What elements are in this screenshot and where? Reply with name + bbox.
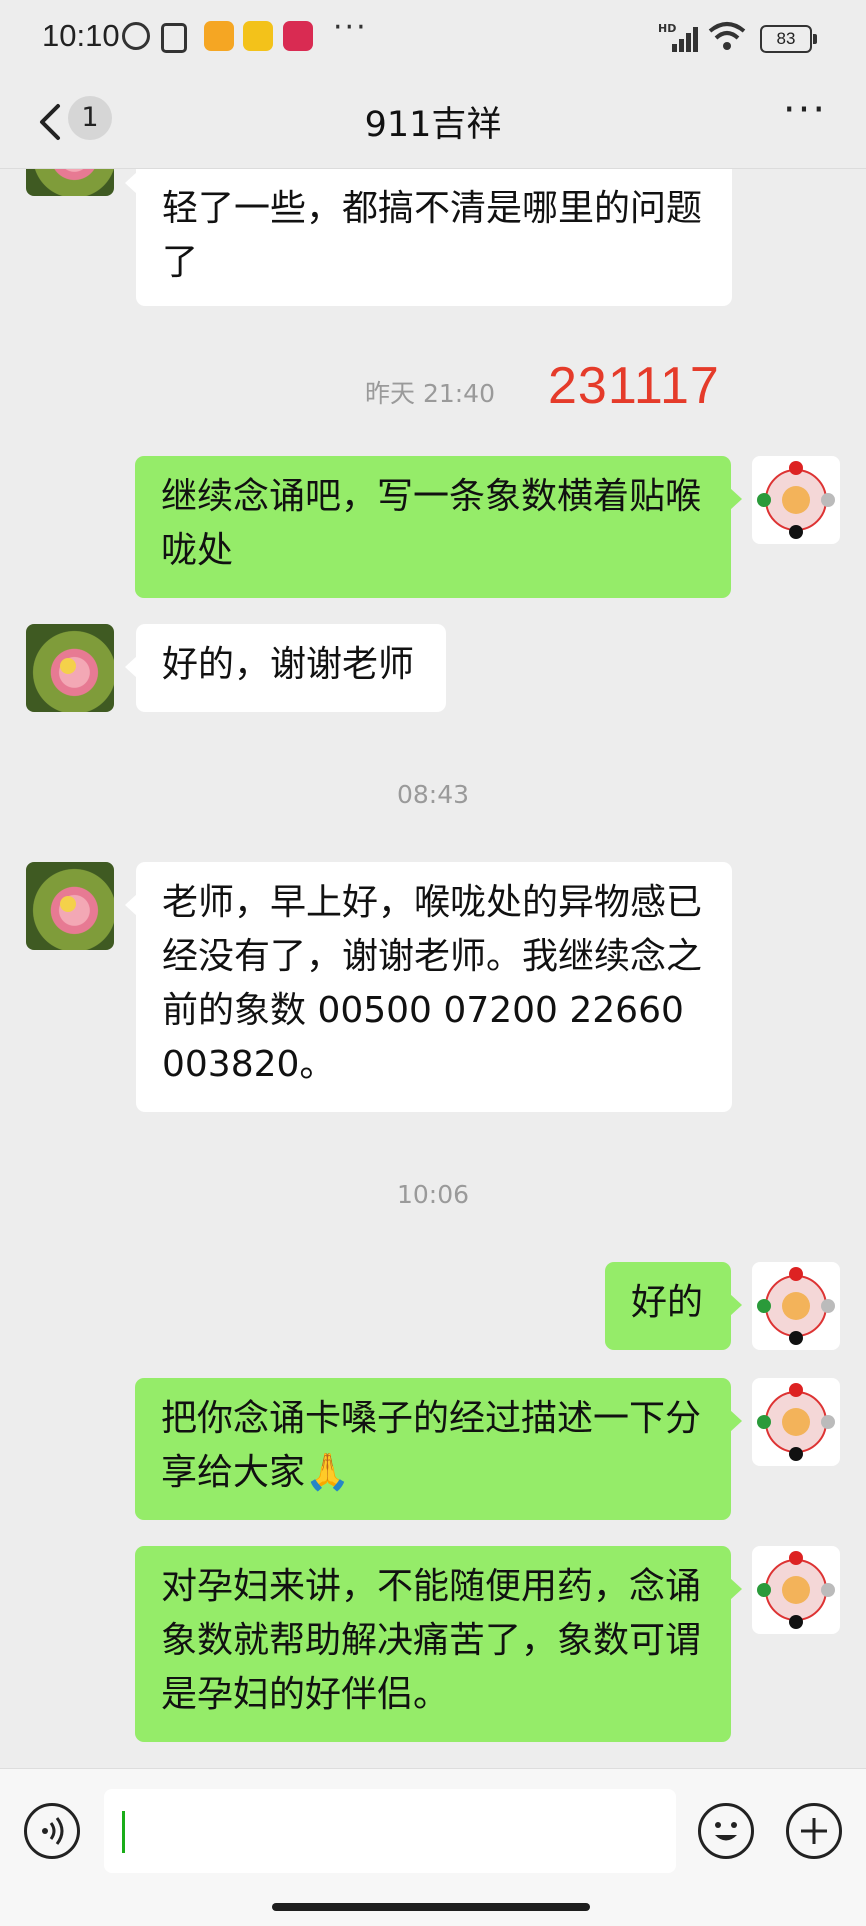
logo-icon (757, 1551, 835, 1629)
weibo-icon (243, 21, 273, 51)
user-avatar[interactable] (752, 1546, 840, 1634)
user-avatar[interactable] (752, 456, 840, 544)
emoji-icon[interactable] (698, 1803, 754, 1859)
text-caret (122, 1811, 125, 1853)
message-bubble[interactable]: 继续念诵吧，写一条象数横着贴喉咙处 (135, 456, 742, 598)
app-notification-icon (283, 21, 313, 51)
message-bubble[interactable]: 好的 (605, 1262, 742, 1350)
message-input[interactable] (104, 1789, 676, 1873)
timestamp: 10:06 (396, 1180, 470, 1209)
input-bar (0, 1768, 866, 1926)
app-notification-icon (204, 21, 234, 51)
message-bubble[interactable]: 老师，早上好，喉咙处的异物感已经没有了，谢谢老师。我继续念之前的象数 00500… (125, 862, 732, 1112)
plus-icon[interactable] (786, 1803, 842, 1859)
logo-icon (757, 461, 835, 539)
chat-title: 911吉祥 (364, 105, 502, 145)
message-bubble[interactable]: 轻了一些，都搞不清是哪里的问题了 (125, 168, 732, 306)
message-bubble[interactable]: 把你念诵卡嗓子的经过描述一下分享给大家🙏 (135, 1378, 742, 1520)
more-notifications-icon: ··· (333, 10, 368, 45)
status-time: 10:10 (42, 18, 120, 53)
signal-icon (660, 24, 698, 52)
timestamp: 昨天 21:40 (365, 379, 495, 408)
user-avatar[interactable] (752, 1378, 840, 1466)
nfc-icon (161, 23, 187, 53)
logo-icon (757, 1267, 835, 1345)
contact-avatar[interactable] (26, 862, 114, 950)
logo-icon (757, 1383, 835, 1461)
handwritten-annotation: 231117 (548, 357, 720, 415)
message-bubble[interactable]: 对孕妇来讲，不能随便用药，念诵象数就帮助解决痛苦了，象数可谓是孕妇的好伴侣。 (135, 1546, 742, 1742)
contact-avatar[interactable] (26, 624, 114, 712)
alarm-icon (122, 22, 150, 50)
contact-avatar[interactable] (26, 168, 114, 196)
wifi-icon (708, 22, 746, 50)
user-avatar[interactable] (752, 1262, 840, 1350)
timestamp: 08:43 (396, 780, 470, 809)
home-indicator[interactable] (272, 1903, 590, 1911)
message-bubble[interactable]: 好的，谢谢老师 (125, 624, 446, 712)
battery-icon: 83 (760, 25, 817, 53)
more-dots-icon[interactable]: ··· (780, 90, 830, 140)
status-bar: 10:10 ··· HD 83 (0, 0, 866, 80)
voice-icon[interactable] (24, 1803, 80, 1859)
message-list[interactable]: 轻了一些，都搞不清是哪里的问题了 昨天 21:40 231117 继续念诵吧，写… (0, 168, 866, 1768)
